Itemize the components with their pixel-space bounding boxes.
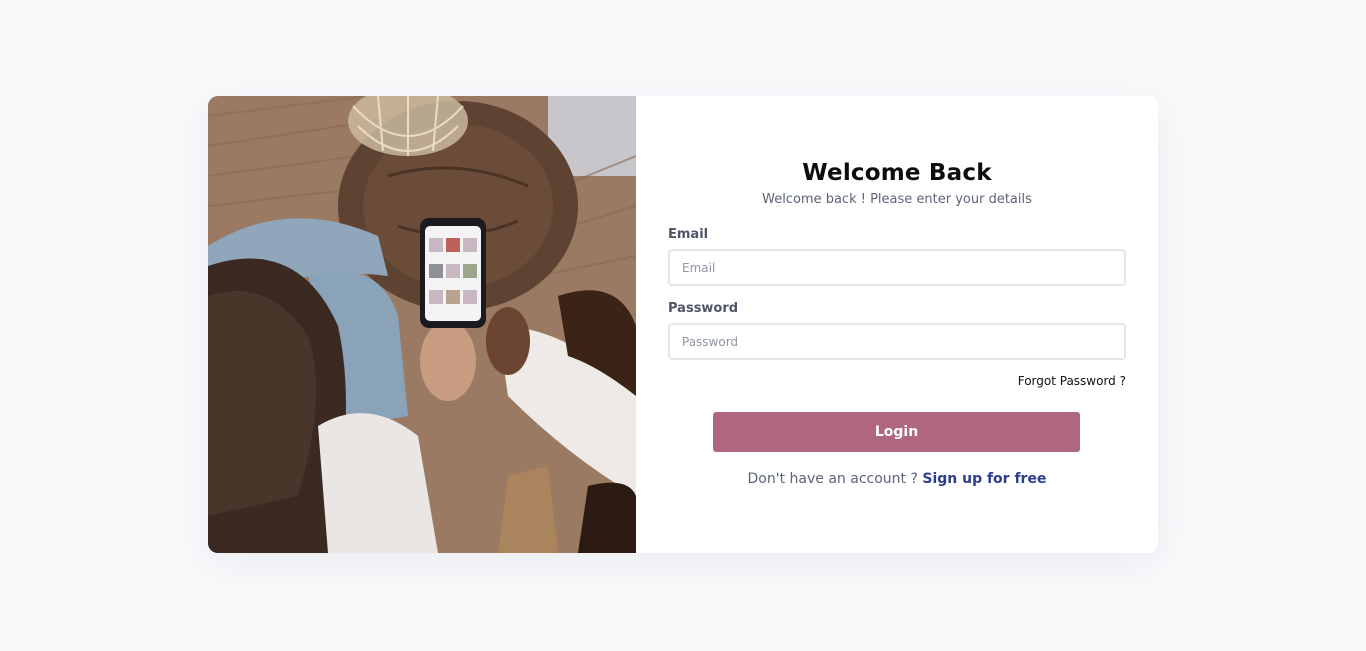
hero-photo-illustration — [208, 96, 636, 553]
login-button[interactable]: Login — [713, 412, 1080, 452]
hero-photo — [208, 96, 636, 553]
signup-line: Don't have an account ? Sign up for free — [636, 471, 1158, 487]
signup-link[interactable]: Sign up for free — [922, 471, 1046, 487]
email-field[interactable] — [668, 249, 1126, 286]
email-label: Email — [668, 227, 709, 242]
signup-prompt: Don't have an account ? — [747, 471, 918, 487]
login-card: Welcome Back Welcome back ! Please enter… — [208, 96, 1158, 553]
page-subtitle: Welcome back ! Please enter your details — [762, 192, 1032, 207]
password-field[interactable] — [668, 323, 1126, 360]
password-label: Password — [668, 301, 739, 316]
login-form-panel: Welcome Back Welcome back ! Please enter… — [636, 96, 1158, 553]
forgot-password-link[interactable]: Forgot Password ? — [1018, 374, 1126, 388]
page-title: Welcome Back — [802, 160, 992, 186]
